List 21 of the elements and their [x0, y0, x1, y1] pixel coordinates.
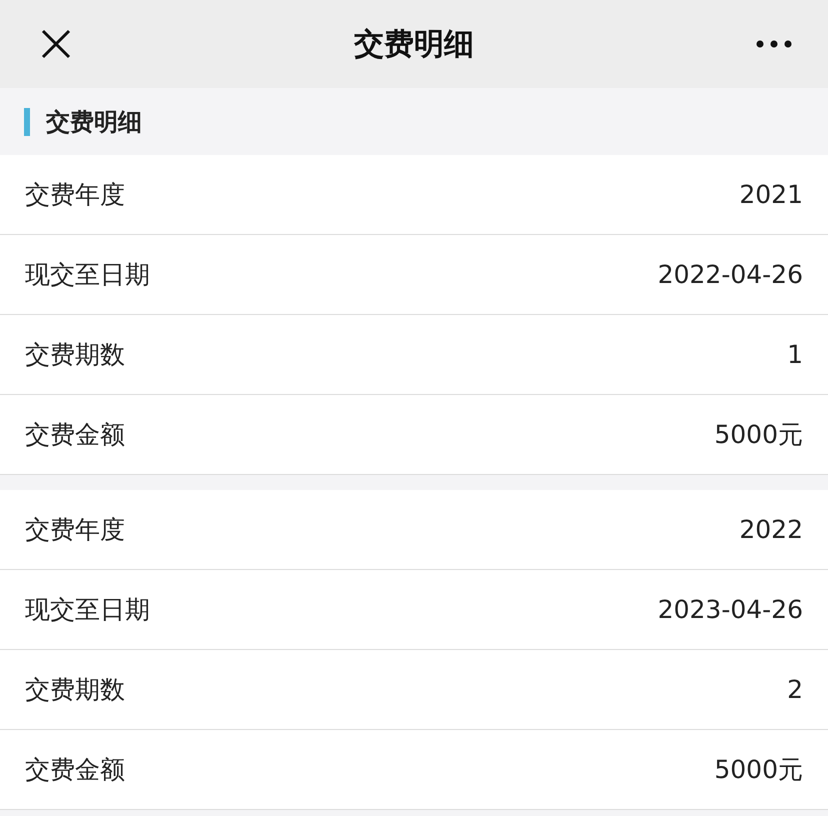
field-value: 2021 [739, 180, 803, 209]
field-value: 5000元 [714, 754, 803, 786]
field-label: 现交至日期 [25, 259, 150, 291]
field-label: 交费期数 [25, 339, 125, 371]
field-value: 2022-04-26 [658, 260, 803, 289]
field-value: 2023-04-26 [658, 595, 803, 624]
accent-bar [24, 108, 30, 136]
more-button[interactable] [756, 40, 792, 48]
field-label: 现交至日期 [25, 594, 150, 626]
field-value: 5000元 [714, 419, 803, 451]
field-value: 2 [787, 675, 803, 704]
field-label: 交费年度 [25, 179, 125, 211]
page-title: 交费明细 [354, 26, 474, 64]
field-value: 2022 [739, 515, 803, 544]
field-label: 交费金额 [25, 754, 125, 786]
section-title: 交费明细 [46, 106, 142, 138]
close-button[interactable] [40, 28, 72, 60]
field-label: 交费期数 [25, 674, 125, 706]
field-value: 1 [787, 340, 803, 369]
field-label: 交费金额 [25, 419, 125, 451]
field-label: 交费年度 [25, 514, 125, 546]
